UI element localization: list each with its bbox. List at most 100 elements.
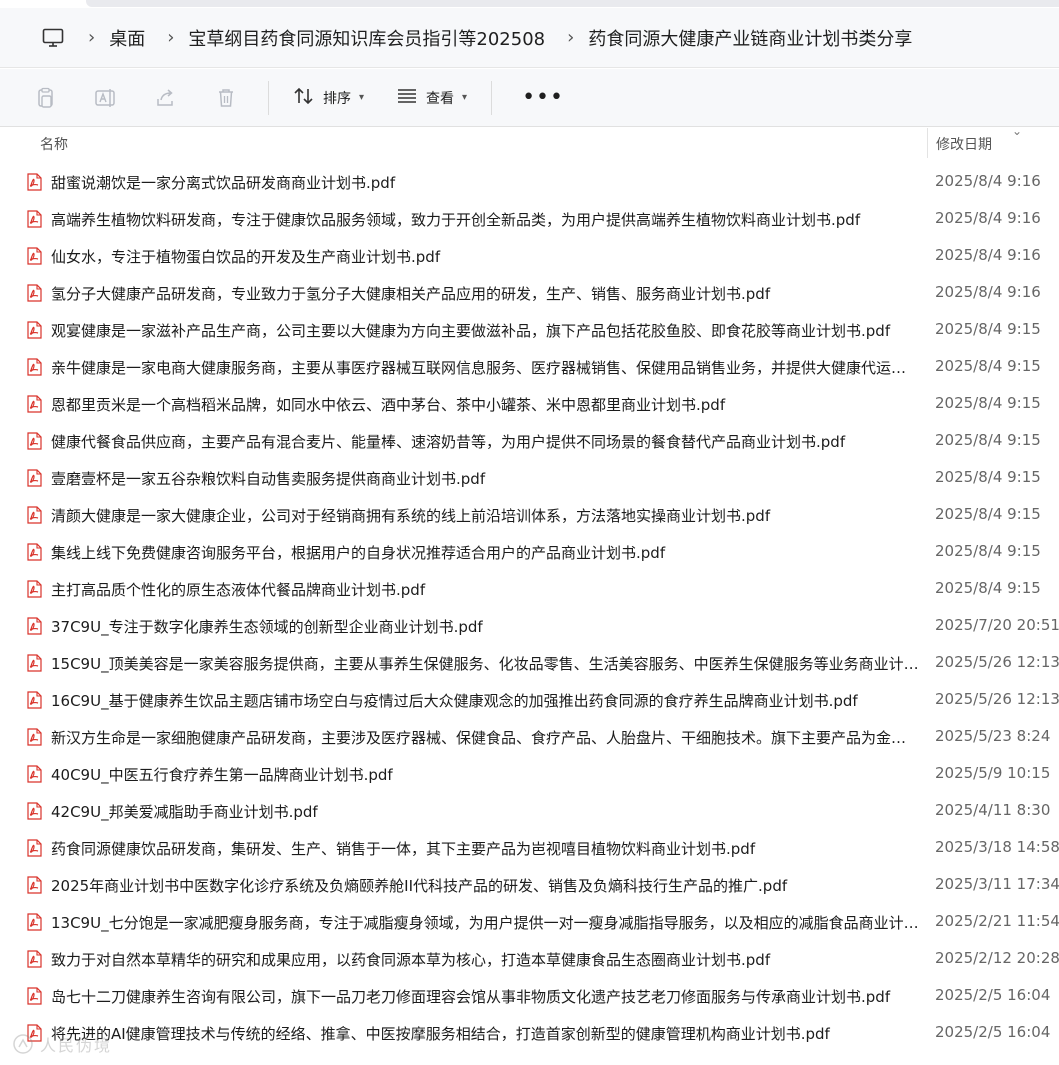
file-name[interactable]: 集线上线下免费健康咨询服务平台，根据用户的自身状况推荐适合用户的产品商业计划书.… [51, 542, 921, 563]
pdf-file-icon [27, 617, 42, 635]
view-button-label: 查看 [426, 90, 455, 107]
this-pc-icon[interactable] [40, 25, 66, 51]
pdf-file-icon [27, 395, 42, 413]
file-name[interactable]: 主打高品质个性化的原生态液体代餐品牌商业计划书.pdf [51, 579, 921, 600]
file-row[interactable]: 岛七十二刀健康养生咨询有限公司，旗下一品刀老刀修面理容会馆从事非物质文化遗产技艺… [0, 978, 1059, 1015]
pdf-file-icon [27, 210, 42, 228]
file-name[interactable]: 13C9U_七分饱是一家减肥瘦身服务商，专注于减脂瘦身领域，为用户提供一对一瘦身… [51, 912, 921, 933]
breadcrumb-separator: › [88, 27, 96, 48]
file-name[interactable]: 健康代餐食品供应商，主要产品有混合麦片、能量棒、速溶奶昔等，为用户提供不同场景的… [51, 431, 921, 452]
file-row[interactable]: 将先进的AI健康管理技术与传统的经络、推拿、中医按摩服务相结合，打造首家创新型的… [0, 1015, 1059, 1052]
file-row[interactable]: 新汉方生命是一家细胞健康产品研发商，主要涉及医疗器械、保健食品、食疗产品、人胎盘… [0, 719, 1059, 756]
file-row[interactable]: 甜蜜说潮饮是一家分离式饮品研发商商业计划书.pdf 2025/8/4 9:16 [0, 164, 1059, 201]
file-row[interactable]: 主打高品质个性化的原生态液体代餐品牌商业计划书.pdf 2025/8/4 9:15 [0, 571, 1059, 608]
view-list-icon [396, 87, 418, 109]
pdf-file-icon [27, 728, 42, 746]
column-header-name[interactable]: 名称 [40, 134, 68, 154]
share-icon[interactable] [146, 78, 186, 118]
file-name[interactable]: 观宴健康是一家滋补产品生产商，公司主要以大健康为方向主要做滋补品，旗下产品包括花… [51, 320, 921, 341]
file-row[interactable]: 42C9U_邦美爱减脂助手商业计划书.pdf 2025/4/11 8:30 [0, 793, 1059, 830]
pdf-file-icon [27, 321, 42, 339]
pdf-file-icon [27, 469, 42, 487]
file-row[interactable]: 37C9U_专注于数字化康养生态领域的创新型企业商业计划书.pdf 2025/7/… [0, 608, 1059, 645]
breadcrumb-item-knowledge-folder[interactable]: 宝草纲目药食同源知识库会员指引等202508 [188, 25, 545, 51]
pdf-file-icon [27, 580, 42, 598]
breadcrumb-item-current-folder[interactable]: 药食同源大健康产业链商业计划书类分享 [588, 25, 912, 51]
file-row[interactable]: 40C9U_中医五行食疗养生第一品牌商业计划书.pdf 2025/5/9 10:1… [0, 756, 1059, 793]
pdf-file-icon [27, 802, 42, 820]
file-name[interactable]: 清颜大健康是一家大健康企业，公司对于经销商拥有系统的线上前沿培训体系，方法落地实… [51, 505, 921, 526]
file-row[interactable]: 壹磨壹杯是一家五谷杂粮饮料自动售卖服务提供商商业计划书.pdf 2025/8/4 … [0, 460, 1059, 497]
file-modified-date: 2025/2/5 16:04 [935, 1023, 1051, 1041]
file-name[interactable]: 亲牛健康是一家电商大健康服务商，主要从事医疗器械互联网信息服务、医疗器械销售、保… [51, 357, 921, 378]
file-row[interactable]: 氢分子大健康产品研发商，专业致力于氢分子大健康相关产品应用的研发，生产、销售、服… [0, 275, 1059, 312]
pdf-file-icon [27, 654, 42, 672]
file-modified-date: 2025/8/4 9:16 [935, 172, 1041, 190]
sort-button-label: 排序 [323, 90, 351, 107]
pdf-file-icon [27, 543, 42, 561]
view-button[interactable]: 查看 ▾ [386, 78, 477, 118]
column-header-modified[interactable]: 修改日期 [936, 134, 992, 154]
file-name[interactable]: 仙女水，专注于植物蛋白饮品的开发及生产商业计划书.pdf [51, 246, 921, 267]
file-name[interactable]: 岛七十二刀健康养生咨询有限公司，旗下一品刀老刀修面理容会馆从事非物质文化遗产技艺… [51, 986, 921, 1007]
file-row[interactable]: 仙女水，专注于植物蛋白饮品的开发及生产商业计划书.pdf 2025/8/4 9:1… [0, 238, 1059, 275]
file-modified-date: 2025/3/11 17:34 [935, 875, 1059, 893]
file-row[interactable]: 13C9U_七分饱是一家减肥瘦身服务商，专注于减脂瘦身领域，为用户提供一对一瘦身… [0, 904, 1059, 941]
file-name[interactable]: 37C9U_专注于数字化康养生态领域的创新型企业商业计划书.pdf [51, 616, 921, 637]
file-name[interactable]: 壹磨壹杯是一家五谷杂粮饮料自动售卖服务提供商商业计划书.pdf [51, 468, 921, 489]
address-bar[interactable]: › 桌面 › 宝草纲目药食同源知识库会员指引等202508 › 药食同源大健康产… [0, 8, 1059, 68]
pdf-file-icon [27, 506, 42, 524]
file-name[interactable]: 甜蜜说潮饮是一家分离式饮品研发商商业计划书.pdf [51, 172, 921, 193]
sort-icon [293, 86, 315, 110]
file-modified-date: 2025/4/11 8:30 [935, 801, 1051, 819]
file-modified-date: 2025/8/4 9:15 [935, 394, 1041, 412]
sort-button[interactable]: 排序 ▾ [283, 78, 374, 118]
file-name[interactable]: 15C9U_顶美美容是一家美容服务提供商，主要从事养生保健服务、化妆品零售、生活… [51, 653, 921, 674]
chevron-down-icon: ▾ [359, 92, 365, 103]
window-top-strip [0, 0, 1059, 8]
breadcrumb-separator: › [567, 27, 575, 48]
file-row[interactable]: 致力于对自然本草精华的研究和成果应用，以药食同源本草为核心，打造本草健康食品生态… [0, 941, 1059, 978]
file-name[interactable]: 致力于对自然本草精华的研究和成果应用，以药食同源本草为核心，打造本草健康食品生态… [51, 949, 921, 970]
file-row[interactable]: 观宴健康是一家滋补产品生产商，公司主要以大健康为方向主要做滋补品，旗下产品包括花… [0, 312, 1059, 349]
more-options-button[interactable]: ••• [514, 78, 572, 118]
file-row[interactable]: 恩都里贡米是一个高档稻米品牌，如同水中依云、酒中茅台、茶中小罐茶、米中恩都里商业… [0, 386, 1059, 423]
file-name[interactable]: 氢分子大健康产品研发商，专业致力于氢分子大健康相关产品应用的研发，生产、销售、服… [51, 283, 921, 304]
file-row[interactable]: 高端养生植物饮料研发商，专注于健康饮品服务领域，致力于开创全新品类，为用户提供高… [0, 201, 1059, 238]
file-row[interactable]: 亲牛健康是一家电商大健康服务商，主要从事医疗器械互联网信息服务、医疗器械销售、保… [0, 349, 1059, 386]
column-resize-handle[interactable] [927, 128, 928, 158]
file-modified-date: 2025/8/4 9:16 [935, 246, 1041, 264]
file-modified-date: 2025/3/18 14:58 [935, 838, 1059, 856]
file-name[interactable]: 新汉方生命是一家细胞健康产品研发商，主要涉及医疗器械、保健食品、食疗产品、人胎盘… [51, 727, 921, 748]
file-name[interactable]: 42C9U_邦美爱减脂助手商业计划书.pdf [51, 801, 921, 822]
file-row[interactable]: 15C9U_顶美美容是一家美容服务提供商，主要从事养生保健服务、化妆品零售、生活… [0, 645, 1059, 682]
pdf-file-icon [27, 950, 42, 968]
tab-strip [86, 0, 1059, 7]
file-modified-date: 2025/5/23 8:24 [935, 727, 1051, 745]
copy-icon[interactable] [26, 78, 66, 118]
pdf-file-icon [27, 691, 42, 709]
file-modified-date: 2025/8/4 9:15 [935, 542, 1041, 560]
pdf-file-icon [27, 876, 42, 894]
file-name[interactable]: 将先进的AI健康管理技术与传统的经络、推拿、中医按摩服务相结合，打造首家创新型的… [51, 1023, 921, 1044]
file-row[interactable]: 16C9U_基于健康养生饮品主题店铺市场空白与疫情过后大众健康观念的加强推出药食… [0, 682, 1059, 719]
file-row[interactable]: 健康代餐食品供应商，主要产品有混合麦片、能量棒、速溶奶昔等，为用户提供不同场景的… [0, 423, 1059, 460]
pdf-file-icon [27, 284, 42, 302]
file-row[interactable]: 集线上线下免费健康咨询服务平台，根据用户的自身状况推荐适合用户的产品商业计划书.… [0, 534, 1059, 571]
pdf-file-icon [27, 432, 42, 450]
file-name[interactable]: 恩都里贡米是一个高档稻米品牌，如同水中依云、酒中茅台、茶中小罐茶、米中恩都里商业… [51, 394, 921, 415]
file-name[interactable]: 2025年商业计划书中医数字化诊疗系统及负熵颐养舱II代科技产品的研发、销售及负… [51, 875, 921, 896]
rename-icon[interactable] [86, 78, 126, 118]
file-name[interactable]: 高端养生植物饮料研发商，专注于健康饮品服务领域，致力于开创全新品类，为用户提供高… [51, 209, 921, 230]
file-row[interactable]: 2025年商业计划书中医数字化诊疗系统及负熵颐养舱II代科技产品的研发、销售及负… [0, 867, 1059, 904]
delete-icon[interactable] [206, 78, 246, 118]
file-name[interactable]: 40C9U_中医五行食疗养生第一品牌商业计划书.pdf [51, 764, 921, 785]
file-row[interactable]: 清颜大健康是一家大健康企业，公司对于经销商拥有系统的线上前沿培训体系，方法落地实… [0, 497, 1059, 534]
file-modified-date: 2025/2/12 20:28 [935, 949, 1059, 967]
file-row[interactable]: 药食同源健康饮品研发商，集研发、生产、销售于一体，其下主要产品为岜视嘻目植物饮料… [0, 830, 1059, 867]
breadcrumb-item-desktop[interactable]: 桌面 [109, 25, 145, 51]
sort-indicator-icon: ⌄ [1012, 124, 1023, 138]
file-name[interactable]: 16C9U_基于健康养生饮品主题店铺市场空白与疫情过后大众健康观念的加强推出药食… [51, 690, 921, 711]
pdf-file-icon [27, 913, 42, 931]
file-name[interactable]: 药食同源健康饮品研发商，集研发、生产、销售于一体，其下主要产品为岜视嘻目植物饮料… [51, 838, 921, 859]
